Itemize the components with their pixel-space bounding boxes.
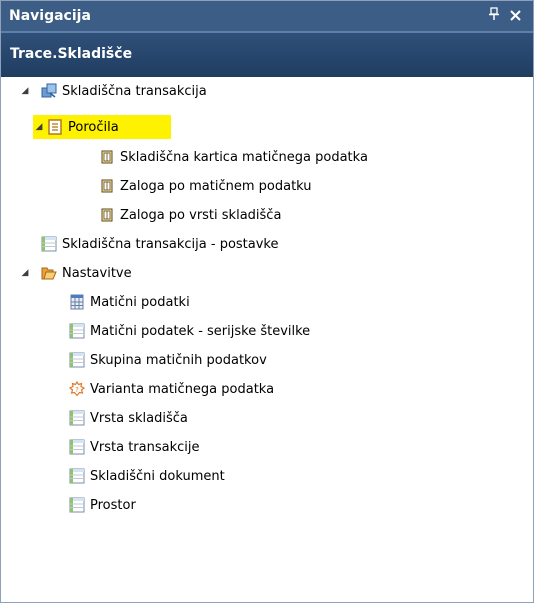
transaction-icon (41, 83, 57, 99)
tree-item-skladiscna-transakcija[interactable]: Skladiščna transakcija (41, 79, 207, 103)
tree-item-label: Skladiščni dokument (90, 468, 225, 484)
tree-item-nastavitve[interactable]: Nastavitve (41, 261, 132, 285)
tree-item-label: Varianta matičnega podatka (90, 381, 275, 397)
tree-item-label: Matični podatek - serijske številke (90, 323, 311, 339)
report-icon (99, 178, 115, 194)
tree-item-report[interactable]: Zaloga po matičnem podatku (99, 174, 312, 198)
tree-item-report[interactable]: Skladiščna kartica matičnega podatka (99, 145, 368, 169)
table-icon (69, 294, 85, 310)
tree-item-prostor[interactable]: Prostor (69, 493, 136, 517)
expanded-arrow-icon[interactable]: ◢ (20, 86, 30, 96)
tree-item-label: Zaloga po vrsti skladišča (120, 207, 282, 223)
tree-item-label: Zaloga po matičnem podatku (120, 178, 312, 194)
tree-item-label: Skladiščna kartica matičnega podatka (120, 149, 368, 165)
tree-item-postavke[interactable]: Skladiščna transakcija - postavke (41, 232, 279, 256)
report-icon (99, 207, 115, 223)
tree-item-maticni-podatki[interactable]: Matični podatki (69, 290, 190, 314)
report-icon (99, 149, 115, 165)
navigation-panel: Navigacija Trace.Skladišče ◢ Skladiščna … (0, 0, 534, 603)
tree-item-label: Skladiščna transakcija - postavke (62, 236, 279, 252)
grid-list-icon (69, 352, 85, 368)
tree-item-label: Poročila (68, 119, 119, 135)
tree-item-skupina[interactable]: Skupina matičnih podatkov (69, 348, 267, 372)
grid-list-icon (69, 497, 85, 513)
open-folder-icon (41, 265, 57, 281)
pin-icon[interactable] (489, 7, 499, 25)
panel-title: Navigacija (9, 8, 91, 24)
module-header[interactable]: Trace.Skladišče (1, 31, 533, 77)
module-label: Trace.Skladišče (10, 46, 133, 62)
tree-item-label: Matični podatki (90, 294, 190, 310)
grid-list-icon (69, 410, 85, 426)
tree-item-label: Vrsta skladišča (90, 410, 188, 426)
tree-item-porocila[interactable]: Poročila (33, 115, 171, 139)
grid-list-icon (69, 468, 85, 484)
tree-item-serijske-stevilke[interactable]: Matični podatek - serijske številke (69, 319, 310, 343)
tree-item-vrsta-skladisca[interactable]: Vrsta skladišča (69, 406, 188, 430)
tree-item-label: Prostor (90, 497, 136, 513)
grid-list-icon (41, 236, 57, 252)
tree-item-vrsta-transakcije[interactable]: Vrsta transakcije (69, 435, 200, 459)
report-folder-icon (47, 119, 63, 135)
navigation-tree: ◢ Skladiščna transakcija Poročila ◢ Skla… (1, 77, 533, 602)
tree-item-varianta[interactable]: ? Varianta matičnega podatka (68, 377, 275, 401)
grid-list-icon (69, 439, 85, 455)
tree-item-skladiscni-dokument[interactable]: Skladiščni dokument (69, 464, 225, 488)
tree-item-report[interactable]: Zaloga po vrsti skladišča (99, 203, 281, 227)
tree-item-label: Skladiščna transakcija (62, 83, 207, 99)
svg-text:?: ? (75, 386, 79, 394)
tree-item-label: Skupina matičnih podatkov (90, 352, 267, 368)
grid-list-icon (69, 323, 85, 339)
tree-item-label: Vrsta transakcije (90, 439, 200, 455)
expanded-arrow-icon[interactable]: ◢ (20, 268, 30, 278)
panel-titlebar: Navigacija (1, 1, 533, 31)
tree-item-label: Nastavitve (62, 265, 132, 281)
expanded-arrow-icon[interactable]: ◢ (34, 122, 44, 132)
variant-gear-icon: ? (68, 380, 86, 397)
close-icon[interactable] (510, 7, 521, 25)
